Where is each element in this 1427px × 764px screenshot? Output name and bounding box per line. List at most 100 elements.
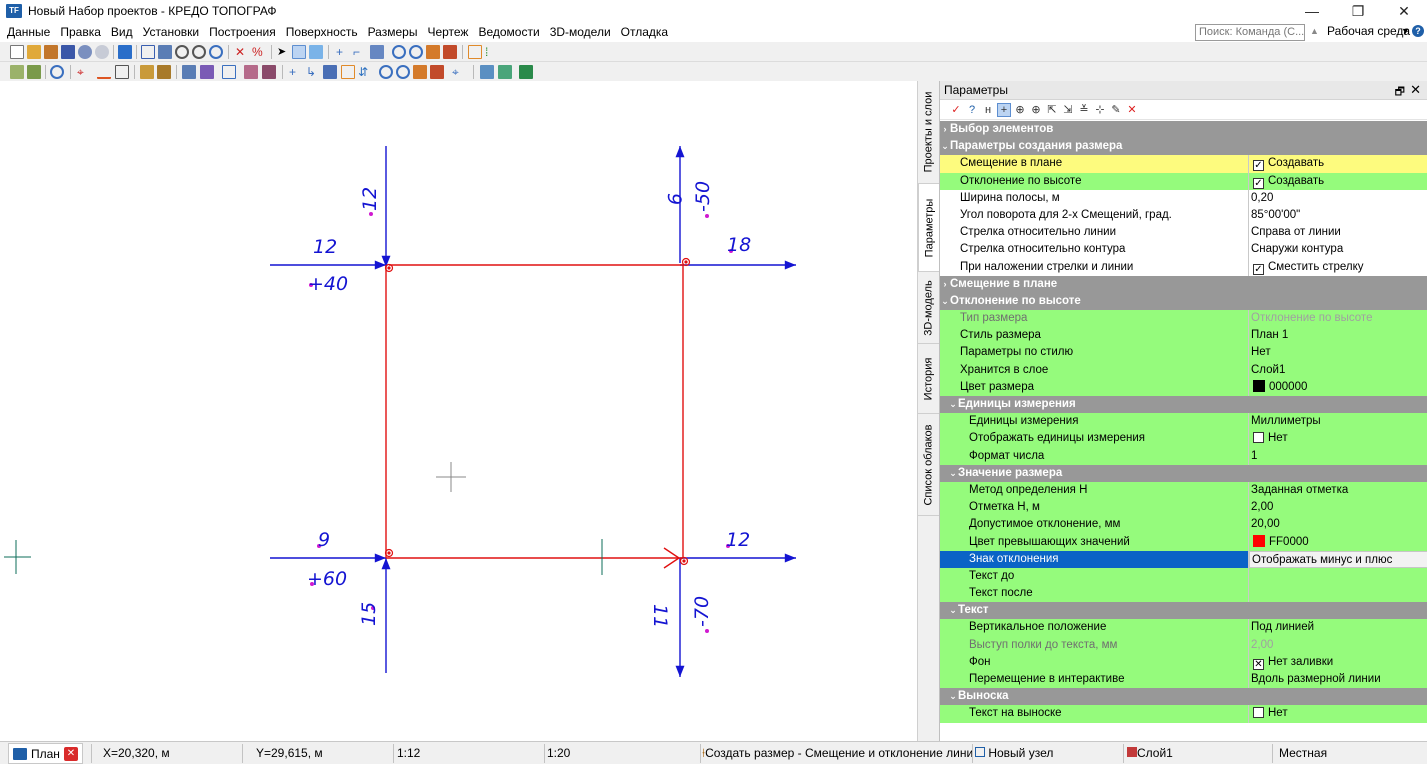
menu-constructions[interactable]: Построения	[204, 22, 281, 42]
property-value[interactable]: Справа от линии	[1249, 224, 1427, 241]
label-tl-elevation[interactable]: +40	[308, 273, 348, 295]
property-value[interactable]	[1249, 568, 1427, 585]
property-category[interactable]: › Смещение в плане	[940, 275, 1427, 293]
chevron-right-icon[interactable]: ›	[940, 121, 950, 138]
property-value[interactable]: 85°00'00"	[1249, 207, 1427, 224]
point-tool-icon[interactable]: +	[336, 45, 350, 59]
menu-settings[interactable]: Установки	[138, 22, 204, 42]
pen-icon[interactable]: ✎	[1110, 104, 1122, 116]
property-value[interactable]: 20,00	[1249, 516, 1427, 533]
property-category[interactable]: ⌄Выноска	[940, 688, 1427, 706]
property-row[interactable]: Угол поворота для 2-х Смещений, град. 85…	[940, 206, 1427, 225]
label-br-deviation[interactable]: -70	[691, 596, 713, 627]
property-value[interactable]: 2,00	[1249, 499, 1427, 516]
text-label-icon[interactable]	[323, 65, 337, 79]
property-value[interactable]: Под линией	[1249, 619, 1427, 636]
property-row[interactable]: Знак отклонения Отображать минус и плюс	[940, 550, 1427, 568]
rotate-dim-icon[interactable]	[379, 65, 393, 79]
orbit-dim-icon[interactable]	[396, 65, 410, 79]
menu-surface[interactable]: Поверхность	[281, 22, 363, 42]
category-header[interactable]: ⌄Параметры создания размера	[940, 138, 1427, 155]
property-row[interactable]: Выступ полки до текста, мм 2,00	[940, 636, 1427, 654]
marker-icon[interactable]: ⌖	[77, 65, 91, 79]
category-header[interactable]: ⌄Значение размера	[940, 465, 1427, 482]
chevron-down-icon[interactable]: ⌄	[940, 293, 950, 310]
select-text-icon[interactable]: ⇲	[1062, 104, 1074, 116]
property-row[interactable]: Формат числа 1	[940, 447, 1427, 465]
search-point-icon[interactable]	[50, 65, 64, 79]
property-value[interactable]: План 1	[1249, 327, 1427, 344]
property-row[interactable]: Перемещение в интерактиве Вдоль размерной…	[940, 671, 1427, 689]
contour-polygon[interactable]	[385, 264, 684, 569]
menu-3d-models[interactable]: 3D-модели	[545, 22, 616, 42]
vertex-markers[interactable]	[384, 257, 691, 566]
property-category[interactable]: ⌄Отклонение по высоте	[940, 292, 1427, 311]
property-row[interactable]: Текст на выноске Нет	[940, 705, 1427, 723]
rotate-icon[interactable]	[392, 45, 406, 59]
property-value[interactable]: 000000	[1249, 379, 1427, 396]
property-row[interactable]: Текст до	[940, 567, 1427, 586]
zoom-window-icon[interactable]	[209, 45, 223, 59]
active-layer[interactable]: Слой1	[1127, 745, 1267, 762]
property-row[interactable]: Цвет превышающих значений FF0000	[940, 533, 1427, 551]
slope-dim-icon[interactable]	[430, 65, 444, 79]
select-node-icon[interactable]	[309, 45, 323, 59]
menu-debug[interactable]: Отладка	[616, 22, 673, 42]
category-header[interactable]: ⌄Отклонение по высоте	[940, 293, 1427, 310]
property-row[interactable]: Стиль размера План 1	[940, 327, 1427, 345]
line-tool-icon[interactable]: ⌐	[353, 45, 367, 59]
split-icon[interactable]	[262, 65, 276, 79]
category-header[interactable]: › Смещение в плане	[940, 276, 1427, 293]
label-br-bottom[interactable]: 11	[649, 604, 671, 628]
chevron-down-icon[interactable]: ⌄	[940, 138, 950, 155]
menu-dimensions[interactable]: Размеры	[363, 22, 423, 42]
label-bl-left[interactable]: 9	[318, 529, 330, 551]
property-value[interactable]: Нет	[1249, 344, 1427, 361]
grid-dim-icon[interactable]	[341, 65, 355, 79]
property-value[interactable]: Заданная отметка	[1249, 482, 1427, 499]
help-icon[interactable]: ?	[1412, 25, 1424, 37]
property-value[interactable]: FF0000	[1249, 534, 1427, 551]
cross-snap-icon[interactable]: +	[997, 102, 1011, 117]
property-row[interactable]: Метод определения H Заданная отметка	[940, 481, 1427, 500]
property-value[interactable]: Отклонение по высоте	[1249, 310, 1427, 327]
property-row[interactable]: Цвет размера 000000	[940, 378, 1427, 396]
label-tr-deviation[interactable]: -50	[692, 181, 714, 212]
color-swatch[interactable]	[1253, 534, 1265, 547]
tab-projects-layers[interactable]: Проекты и слои	[918, 81, 939, 184]
zoom-out-icon[interactable]	[192, 45, 206, 59]
save-icon[interactable]	[61, 45, 75, 59]
menu-drawing[interactable]: Чертеж	[422, 22, 473, 42]
close-panel-icon[interactable]: ✕	[1410, 82, 1421, 98]
property-value[interactable]: 2,00	[1249, 637, 1427, 654]
chevron-down-icon[interactable]: ⌄	[948, 688, 958, 705]
property-value[interactable]: Нет	[1249, 430, 1427, 447]
layers-icon[interactable]	[158, 45, 172, 59]
property-row[interactable]: Допустимое отклонение, мм 20,00	[940, 516, 1427, 534]
tools-icon[interactable]	[519, 65, 533, 79]
dim-point-icon[interactable]	[10, 65, 24, 79]
label-bl-elevation[interactable]: +60	[307, 568, 347, 590]
tab-3d-model[interactable]: 3D-модель	[918, 272, 939, 344]
select-mode-icon[interactable]	[292, 45, 306, 59]
category-header[interactable]: ⌄Выноска	[940, 688, 1427, 705]
vertical-dim-icon[interactable]: ⇵	[358, 65, 372, 79]
chevron-down-icon[interactable]: ▼	[1401, 26, 1410, 36]
node-mode[interactable]: Новый узел	[975, 745, 1120, 762]
close-tab-icon[interactable]: ✕	[63, 746, 78, 761]
property-category[interactable]: ⌄Единицы измерения	[940, 396, 1427, 414]
tab-plan[interactable]: План ✕	[8, 743, 83, 764]
offset-icon[interactable]: +	[289, 65, 303, 79]
snap-icon[interactable]: ✕	[235, 45, 249, 59]
export-icon[interactable]	[498, 65, 512, 79]
points-icon[interactable]: ⁞	[485, 45, 499, 59]
offset-line-icon[interactable]: ⊹	[1094, 104, 1106, 116]
tab-history[interactable]: История	[918, 344, 939, 414]
checkbox[interactable]: ✓	[1253, 177, 1264, 189]
offset-line-icon[interactable]: ↳	[306, 65, 320, 79]
property-row[interactable]: Ширина полосы, м 0,20	[940, 189, 1427, 207]
slope-icon[interactable]	[443, 45, 457, 59]
property-value[interactable]: 0,20	[1249, 190, 1427, 207]
label-tr-right[interactable]: 18	[727, 234, 751, 256]
label-br-right[interactable]: 12	[726, 529, 750, 551]
